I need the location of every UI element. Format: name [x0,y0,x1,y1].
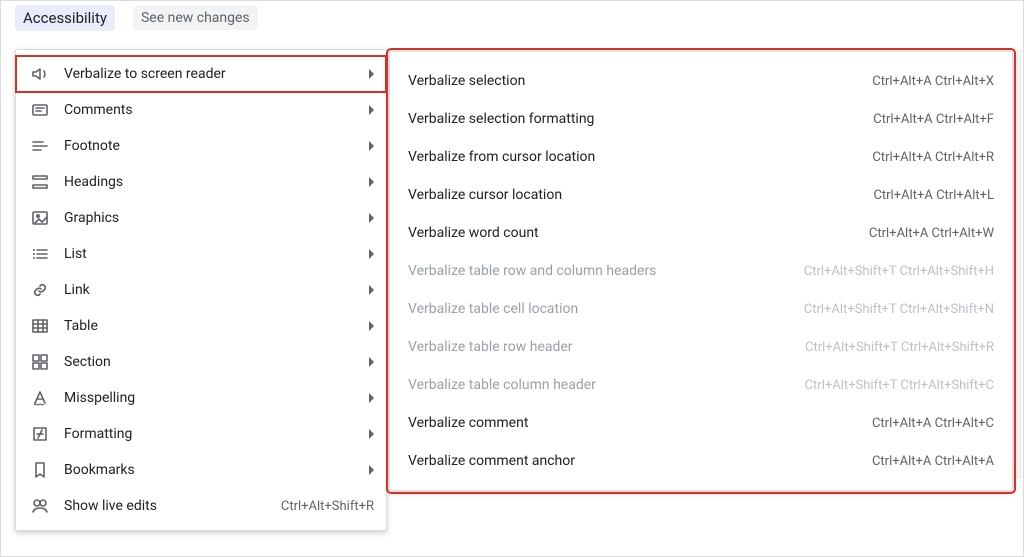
submenu-item-shortcut: Ctrl+Alt+Shift+T Ctrl+Alt+Shift+H [804,264,994,279]
submenu-item-label: Verbalize word count [408,225,539,241]
dropdown-item-headings[interactable]: Headings [16,164,386,200]
submenu-item: Verbalize table row header Ctrl+Alt+Shift… [390,328,1012,366]
bookmarks-icon [30,460,50,480]
submenu-item-shortcut: Ctrl+Alt+A Ctrl+Alt+R [872,150,994,165]
see-new-changes-button[interactable]: See new changes [133,6,258,30]
chevron-right-icon [369,285,374,295]
submenu-item[interactable]: Verbalize from cursor location Ctrl+Alt+A… [390,138,1012,176]
submenu-item: Verbalize table cell location Ctrl+Alt+Sh… [390,290,1012,328]
comments-icon [30,100,50,120]
chevron-right-icon [369,357,374,367]
submenu-item-label: Verbalize table row header [408,339,573,355]
dropdown-item-label: Link [64,282,361,298]
dropdown-item-label: Verbalize to screen reader [64,66,361,82]
chevron-right-icon [369,321,374,331]
chevron-right-icon [369,249,374,259]
submenu-item[interactable]: Verbalize comment anchor Ctrl+Alt+A Ctrl+… [390,442,1012,480]
submenu-item-shortcut: Ctrl+Alt+A Ctrl+Alt+F [873,112,994,127]
chevron-right-icon [369,465,374,475]
dropdown-item-misspelling[interactable]: Misspelling [16,380,386,416]
submenu-item-shortcut: Ctrl+Alt+Shift+T Ctrl+Alt+Shift+N [804,302,994,317]
chevron-right-icon [369,429,374,439]
table-icon [30,316,50,336]
toolbar: Accessibility See new changes [1,1,1023,39]
dropdown-item-shortcut: Ctrl+Alt+Shift+R [281,499,374,514]
submenu-item-label: Verbalize from cursor location [408,149,595,165]
dropdown-item-label: Bookmarks [64,462,361,478]
submenu-item-label: Verbalize selection formatting [408,111,594,127]
dropdown-item-label: Table [64,318,361,334]
dropdown-item-bookmarks[interactable]: Bookmarks [16,452,386,488]
submenu-item-shortcut: Ctrl+Alt+Shift+T Ctrl+Alt+Shift+R [805,340,994,355]
submenu-item[interactable]: Verbalize selection formatting Ctrl+Alt+A… [390,100,1012,138]
submenu-item-label: Verbalize table row and column headers [408,263,656,279]
dropdown-item-footnote[interactable]: Footnote [16,128,386,164]
submenu-item-label: Verbalize comment [408,415,528,431]
headings-icon [30,172,50,192]
submenu-item-shortcut: Ctrl+Alt+A Ctrl+Alt+X [872,74,994,89]
dropdown-item-label: Show live edits [64,498,281,514]
speaker-icon [30,64,50,84]
link-icon [30,280,50,300]
menu-tab-accessibility[interactable]: Accessibility [15,5,115,31]
chevron-right-icon [369,141,374,151]
submenu-item-label: Verbalize selection [408,73,525,89]
chevron-right-icon [369,177,374,187]
submenu-item-shortcut: Ctrl+Alt+A Ctrl+Alt+L [873,188,994,203]
dropdown-item-comments[interactable]: Comments [16,92,386,128]
submenu-item-label: Verbalize table column header [408,377,596,393]
dropdown-item-formatting[interactable]: Formatting [16,416,386,452]
dropdown-item-list[interactable]: List [16,236,386,272]
submenu-item[interactable]: Verbalize comment Ctrl+Alt+A Ctrl+Alt+C [390,404,1012,442]
chevron-right-icon [369,105,374,115]
submenu-item[interactable]: Verbalize word count Ctrl+Alt+A Ctrl+Alt+… [390,214,1012,252]
chevron-right-icon [369,213,374,223]
submenu-item: Verbalize table row and column headers Ct… [390,252,1012,290]
chevron-right-icon [369,69,374,79]
dropdown-item-speaker[interactable]: Verbalize to screen reader [16,56,386,92]
dropdown-item-link[interactable]: Link [16,272,386,308]
submenu-item-shortcut: Ctrl+Alt+A Ctrl+Alt+C [872,416,994,431]
dropdown-item-live-edits[interactable]: Show live editsCtrl+Alt+Shift+R [16,488,386,524]
dropdown-item-label: Graphics [64,210,361,226]
submenu-item-shortcut: Ctrl+Alt+A Ctrl+Alt+A [872,454,994,469]
footnote-icon [30,136,50,156]
graphics-icon [30,208,50,228]
chevron-right-icon [369,393,374,403]
submenu-item-label: Verbalize comment anchor [408,453,575,469]
submenu-item-label: Verbalize cursor location [408,187,562,203]
dropdown-item-label: Section [64,354,361,370]
live-edits-icon [30,496,50,516]
accessibility-dropdown: Verbalize to screen reader Comments Footno… [15,49,387,531]
verbalize-submenu: Verbalize selection Ctrl+Alt+A Ctrl+Alt+X… [389,51,1013,491]
dropdown-item-label: List [64,246,361,262]
submenu-item[interactable]: Verbalize cursor location Ctrl+Alt+A Ctrl… [390,176,1012,214]
dropdown-item-table[interactable]: Table [16,308,386,344]
submenu-item-shortcut: Ctrl+Alt+A Ctrl+Alt+W [869,226,994,241]
submenu-item-label: Verbalize table cell location [408,301,578,317]
section-icon [30,352,50,372]
submenu-item-shortcut: Ctrl+Alt+Shift+T Ctrl+Alt+Shift+C [805,378,994,393]
dropdown-item-section[interactable]: Section [16,344,386,380]
list-icon [30,244,50,264]
dropdown-item-label: Footnote [64,138,361,154]
misspelling-icon [30,388,50,408]
submenu-item: Verbalize table column header Ctrl+Alt+Sh… [390,366,1012,404]
submenu-item[interactable]: Verbalize selection Ctrl+Alt+A Ctrl+Alt+X [390,62,1012,100]
dropdown-item-label: Headings [64,174,361,190]
dropdown-item-label: Misspelling [64,390,361,406]
formatting-icon [30,424,50,444]
dropdown-item-label: Formatting [64,426,361,442]
dropdown-item-graphics[interactable]: Graphics [16,200,386,236]
dropdown-item-label: Comments [64,102,361,118]
